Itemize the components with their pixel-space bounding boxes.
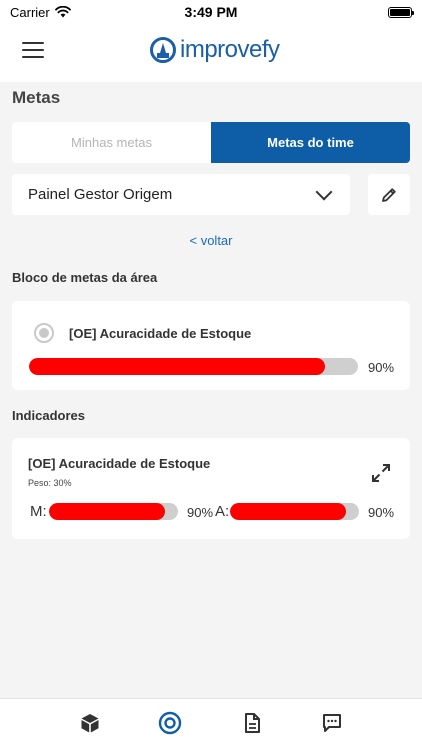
indicator-card: [OE] Acuracidade de Estoque Peso: 30% M:…: [12, 438, 410, 539]
actual-progress-fill: [230, 503, 347, 520]
expand-icon[interactable]: [370, 462, 392, 484]
logo-mark-icon: [150, 37, 176, 63]
panel-select[interactable]: Painel Gestor Origem: [12, 174, 350, 215]
block-section-title: Bloco de metas da área: [12, 270, 158, 285]
goal-radio[interactable]: [34, 323, 54, 343]
actual-label: A:: [215, 503, 230, 520]
tab-my-goals[interactable]: Minhas metas: [12, 122, 211, 163]
status-bar: Carrier 3:49 PM: [0, 0, 422, 24]
document-icon[interactable]: [240, 711, 264, 735]
app-header: improvefy: [0, 24, 422, 82]
indicator-title: [OE] Acuracidade de Estoque: [28, 456, 211, 471]
block-goal-title: [OE] Acuracidade de Estoque: [69, 326, 252, 341]
block-goal-percent: 90%: [368, 360, 395, 375]
block-goal-card: [OE] Acuracidade de Estoque 90%: [12, 301, 410, 390]
bottom-nav: [0, 698, 422, 750]
back-link[interactable]: < voltar: [0, 233, 422, 248]
indicators-section-title: Indicadores: [12, 408, 85, 423]
battery-icon: [388, 6, 414, 18]
status-time: 3:49 PM: [184, 4, 238, 20]
target-progress-fill: [49, 503, 166, 520]
panel-select-value: Painel Gestor Origem: [28, 186, 173, 203]
app-logo: improvefy: [150, 36, 280, 64]
chat-icon[interactable]: [320, 711, 344, 735]
box-icon[interactable]: [78, 711, 102, 735]
target-label: M:: [30, 503, 47, 520]
logo-text: improvefy: [180, 36, 280, 63]
status-right: [272, 6, 414, 18]
carrier-label: Carrier: [10, 4, 50, 20]
hamburger-menu-icon[interactable]: [22, 42, 44, 60]
block-goal-progress-fill: [29, 358, 326, 375]
page-title: Metas: [12, 88, 61, 107]
tab-team-goals[interactable]: Metas do time: [211, 122, 410, 163]
goals-tabs: Minhas metas Metas do time: [12, 122, 410, 163]
block-goal-progress-bar: [29, 358, 358, 375]
status-left: Carrier: [10, 5, 150, 20]
target-percent: 90%: [187, 505, 214, 520]
indicator-weight: Peso: 30%: [28, 478, 72, 488]
actual-percent: 90%: [368, 505, 395, 520]
target-progress-bar: [49, 503, 178, 520]
wifi-icon: [54, 6, 71, 18]
actual-progress-bar: [230, 503, 359, 520]
edit-panel-button[interactable]: [368, 174, 410, 215]
target-icon[interactable]: [158, 711, 182, 735]
pencil-icon: [382, 187, 396, 202]
chevron-down-icon: [315, 183, 333, 200]
